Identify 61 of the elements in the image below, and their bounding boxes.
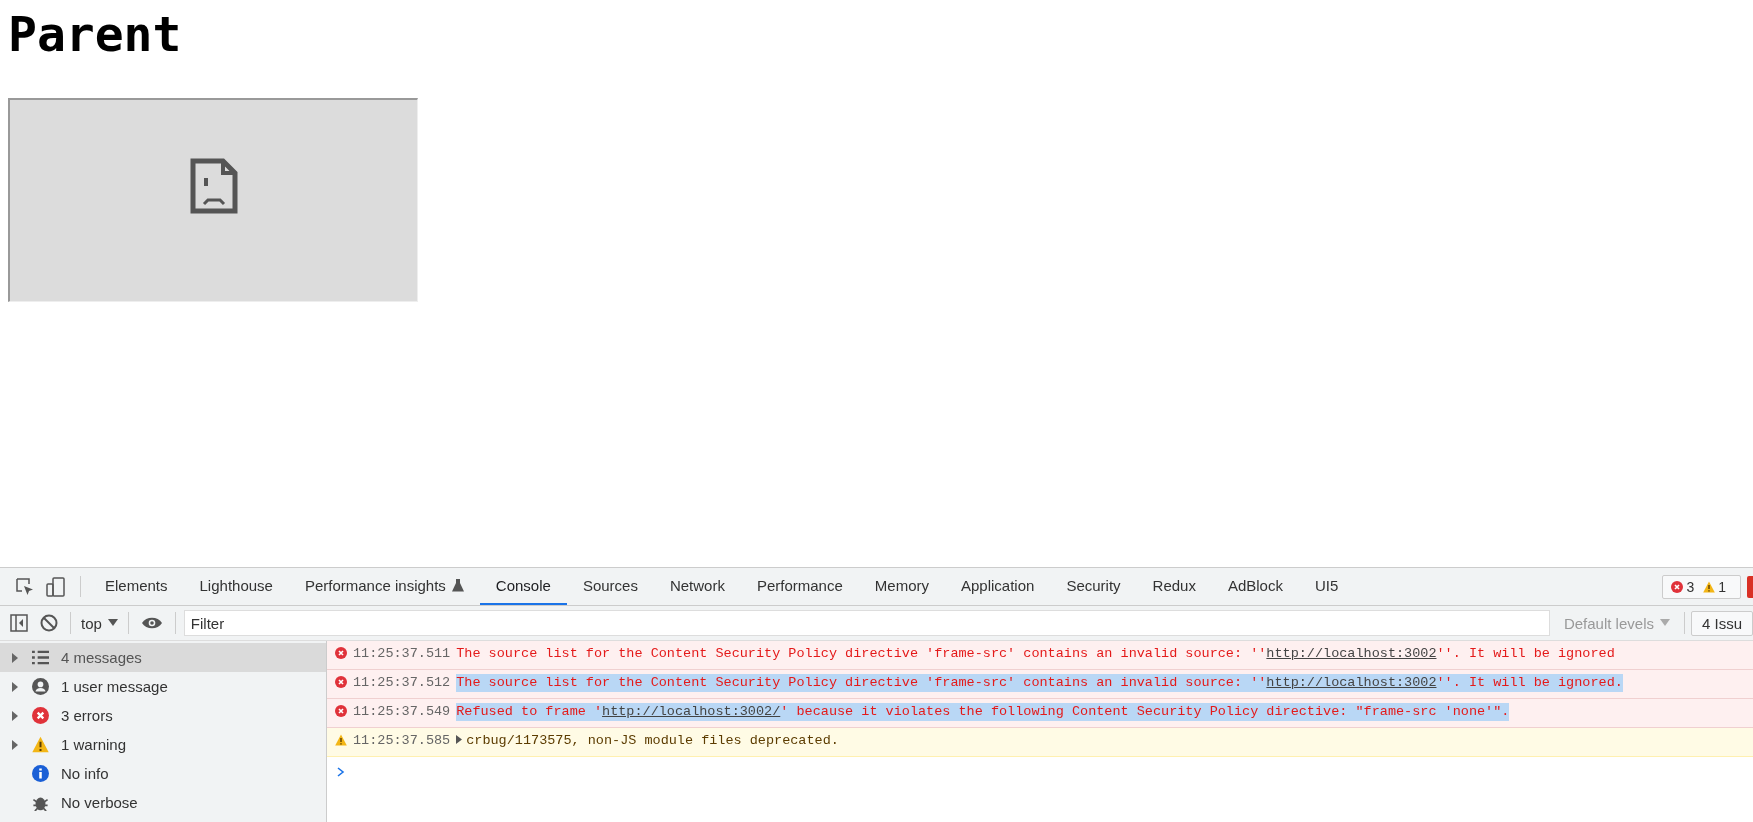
panel-tab[interactable]: Sources <box>566 568 654 605</box>
panel-tab[interactable]: UI5 <box>1298 568 1355 605</box>
error-icon <box>32 707 49 724</box>
message-text: crbug/1173575, non-JS module files deprecated. <box>456 732 839 750</box>
issue-counter-button[interactable]: 3 1 <box>1662 574 1741 599</box>
url-link[interactable]: http://localhost:3002/ <box>602 704 781 719</box>
expand-arrow-icon <box>456 735 463 744</box>
user-icon <box>32 678 49 695</box>
sidebar-item[interactable]: No verbose <box>0 788 326 817</box>
sidebar-item[interactable]: 1 user message <box>0 672 326 701</box>
error-icon <box>335 705 347 717</box>
inspect-icon <box>16 577 34 596</box>
panel-tab[interactable]: Redux <box>1136 568 1212 605</box>
panel-tab[interactable]: Elements <box>89 568 184 605</box>
panel-tab[interactable]: Console <box>479 568 567 605</box>
panel-tab[interactable]: Memory <box>858 568 945 605</box>
warning-icon <box>32 736 49 753</box>
timestamp: 11:25:37.585 <box>353 732 451 750</box>
sidebar-item[interactable]: 3 errors <box>0 701 326 730</box>
panel-tab[interactable]: Lighthouse <box>183 568 289 605</box>
warning-icon <box>1703 580 1716 593</box>
timestamp: 11:25:37.512 <box>353 674 451 692</box>
panel-tab[interactable]: Performance <box>740 568 859 605</box>
sidebar-toggle-icon <box>10 614 28 632</box>
sidebar-item[interactable]: 1 warning <box>0 730 326 759</box>
message-text: The source list for the Content Security Policy directive 'frame-src' contains an invalid source: ''http://localhost:3002''. It will be ignored. <box>456 674 1623 692</box>
sad-page-icon <box>189 157 238 214</box>
error-icon <box>1671 580 1684 593</box>
flask-icon <box>451 579 464 592</box>
url-link[interactable]: http://localhost:3002 <box>1266 646 1437 661</box>
timestamp: 11:25:37.511 <box>353 645 451 663</box>
url-link[interactable]: http://localhost:3002 <box>1266 675 1437 690</box>
page-heading: Parent <box>8 6 183 62</box>
device-icon <box>46 576 66 597</box>
panel-tab[interactable]: AdBlock <box>1211 568 1299 605</box>
error-icon <box>335 647 347 659</box>
eye-icon <box>140 616 163 630</box>
message-text: Refused to frame 'http://localhost:3002/' because it violates the following Content Security Policy directive: "frame-src 'none'". <box>456 703 1510 721</box>
expand-arrow-icon <box>12 681 18 692</box>
panel-tab[interactable]: Performance insights <box>288 568 480 605</box>
sidebar-item[interactable]: 4 messages <box>0 643 326 672</box>
expand-arrow-icon <box>12 652 18 663</box>
panel-tab[interactable]: Security <box>1050 568 1137 605</box>
timestamp: 11:25:37.549 <box>353 703 451 721</box>
caret-icon <box>107 619 118 627</box>
error-icon <box>335 676 347 688</box>
filter-field[interactable]: Filter <box>183 610 1550 636</box>
issues-button[interactable]: 4 Issu <box>1690 610 1753 636</box>
context-dropdown[interactable]: top <box>77 614 122 632</box>
expand-arrow-icon <box>12 739 18 750</box>
caret-icon <box>1659 619 1670 627</box>
list-icon <box>32 649 49 666</box>
panel-tab[interactable]: Network <box>653 568 741 605</box>
expand-arrow-icon <box>12 710 18 721</box>
warning-icon <box>335 734 347 746</box>
clear-icon <box>40 614 58 632</box>
prompt-icon <box>337 767 345 777</box>
sidebar-item[interactable]: No info <box>0 759 326 788</box>
message-text: The source list for the Content Security Policy directive 'frame-src' contains an invalid source: ''http://localhost:3002''. It will be ignored <box>456 645 1615 663</box>
panel-tab[interactable]: Application <box>945 568 1051 605</box>
info-icon <box>32 765 49 782</box>
